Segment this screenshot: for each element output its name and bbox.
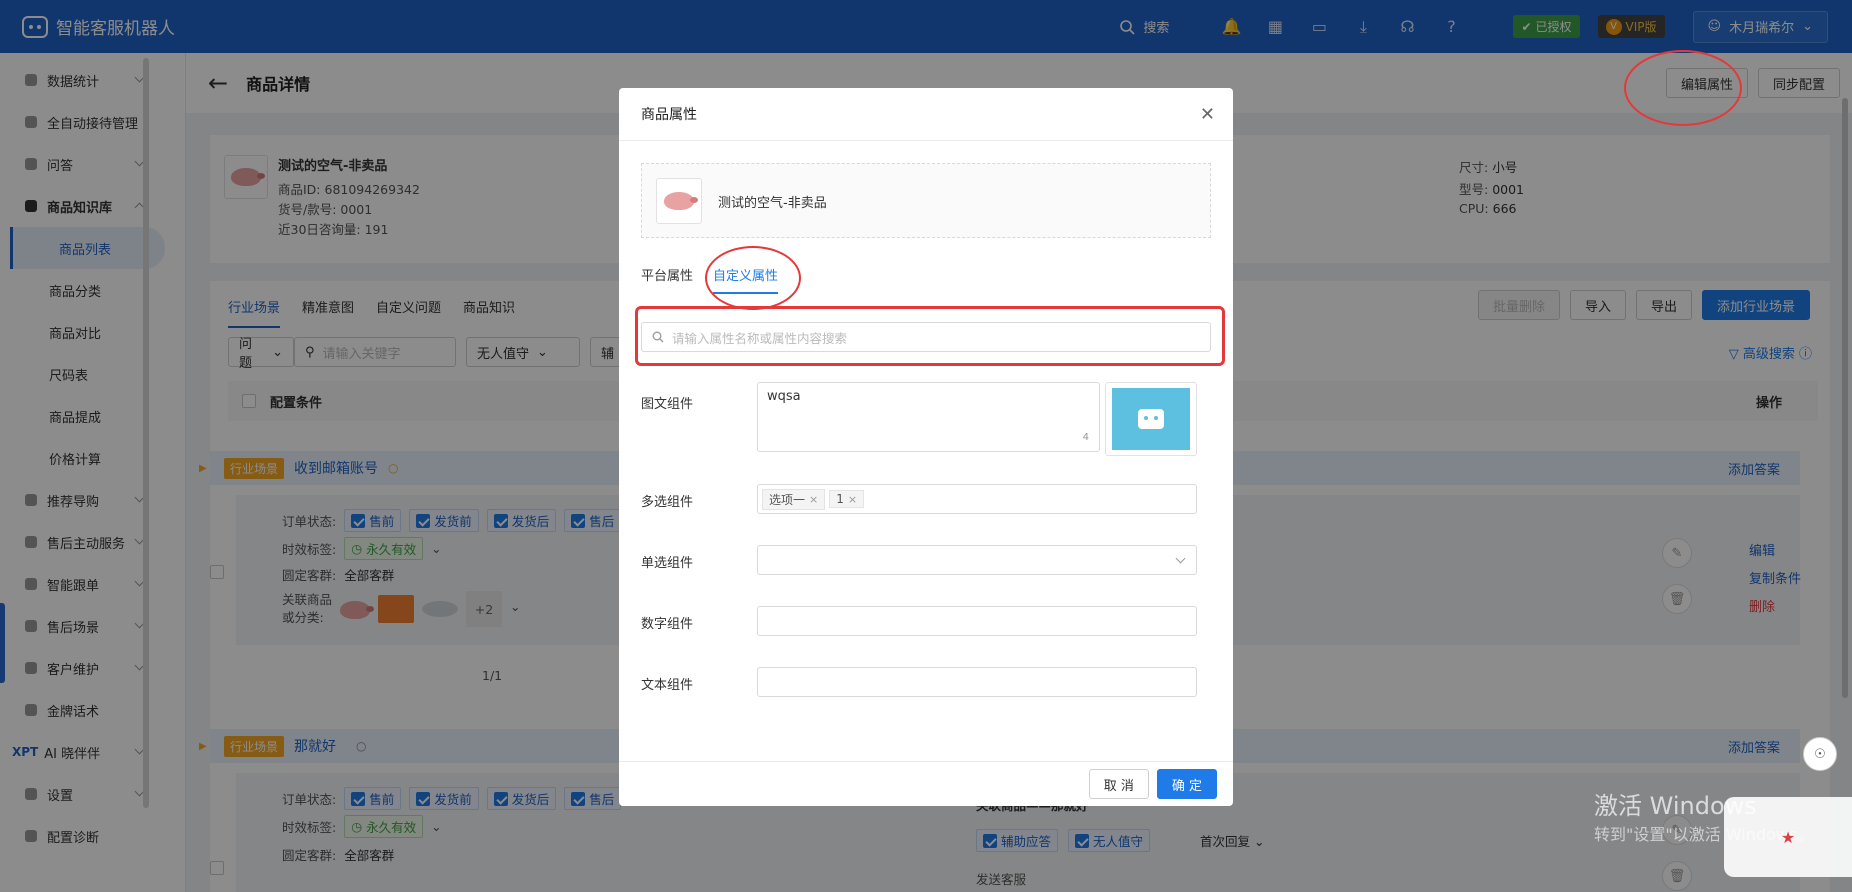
number-input[interactable] bbox=[757, 606, 1197, 636]
number-label: 数字组件 bbox=[641, 617, 694, 632]
multi-select-label: 多选组件 bbox=[641, 495, 694, 510]
attribute-search-input[interactable]: 请输入属性名称或属性内容搜索 bbox=[641, 322, 1211, 352]
char-count: 4 bbox=[1082, 432, 1089, 443]
modal-footer: 取 消 确 定 bbox=[619, 761, 1233, 806]
pig-image bbox=[664, 192, 698, 210]
rich-component-label: 图文组件 bbox=[641, 397, 694, 412]
close-icon[interactable]: ✕ bbox=[1200, 104, 1215, 125]
modal-header: 商品属性 ✕ bbox=[619, 88, 1233, 141]
attribute-modal: 商品属性 ✕ 测试的空气-非卖品 平台属性 自定义属性 请输入属性名称或属性内容… bbox=[619, 88, 1233, 806]
text-label: 文本组件 bbox=[641, 678, 694, 693]
modal-product-thumb bbox=[656, 178, 702, 224]
single-select-input[interactable] bbox=[757, 545, 1197, 575]
highlight-circle-custom-tab bbox=[705, 246, 801, 310]
chevron-down-icon bbox=[1175, 553, 1186, 564]
rich-component-textarea[interactable]: wqsa 4 bbox=[757, 382, 1100, 452]
single-select-label: 单选组件 bbox=[641, 556, 694, 571]
tag-option-2[interactable]: 1 × bbox=[829, 490, 865, 508]
lightbulb-icon[interactable]: ☉ bbox=[1803, 737, 1837, 771]
multi-select-input[interactable]: 选项一 × 1 × bbox=[757, 484, 1197, 514]
tag-option-1[interactable]: 选项一 × bbox=[762, 488, 826, 510]
rich-component-image[interactable] bbox=[1105, 382, 1197, 456]
search-icon bbox=[652, 331, 664, 343]
modal-title: 商品属性 bbox=[641, 107, 697, 123]
highlight-circle-edit bbox=[1624, 50, 1742, 126]
modal-product-card: 测试的空气-非卖品 bbox=[641, 163, 1211, 238]
floating-assistant-widget[interactable]: ★ bbox=[1724, 797, 1852, 877]
cancel-button[interactable]: 取 消 bbox=[1088, 769, 1149, 799]
tab-platform-attr[interactable]: 平台属性 bbox=[641, 265, 693, 294]
close-icon[interactable]: × bbox=[848, 493, 857, 506]
close-icon[interactable]: × bbox=[809, 493, 818, 506]
confirm-button[interactable]: 确 定 bbox=[1156, 769, 1217, 799]
modal-product-name: 测试的空气-非卖品 bbox=[718, 196, 827, 211]
text-input[interactable] bbox=[757, 667, 1197, 697]
robot-image-icon bbox=[1138, 409, 1164, 429]
